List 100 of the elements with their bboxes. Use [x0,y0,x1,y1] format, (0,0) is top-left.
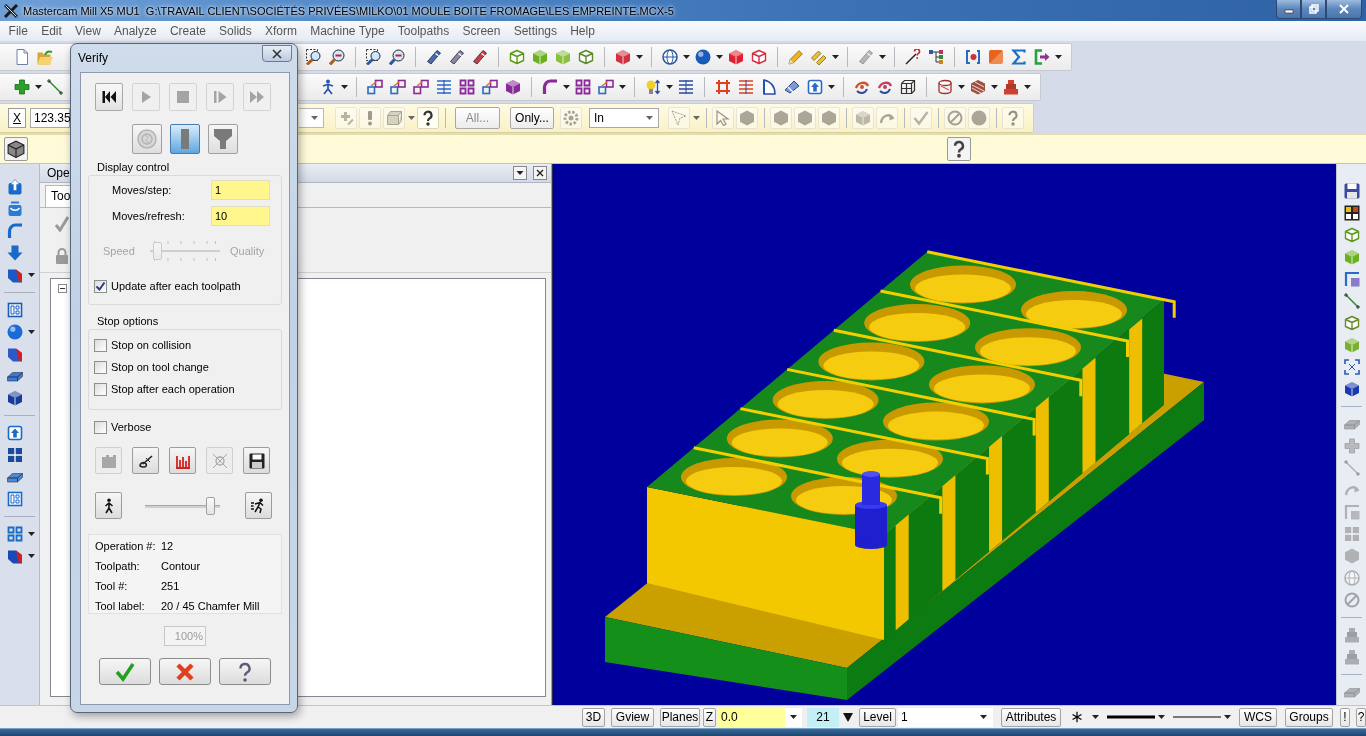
dropdown-arrow-icon[interactable] [27,330,35,334]
lines-icon[interactable] [677,79,694,95]
inset-box-icon[interactable] [6,302,23,318]
color-tile-icon[interactable] [1343,205,1360,221]
globe-icon[interactable] [661,49,678,65]
dropdown-arrow-icon[interactable] [1224,715,1231,719]
save-icon[interactable] [1343,183,1360,199]
funnel-button[interactable] [208,124,238,154]
checkbox[interactable] [94,279,107,293]
squares-icon[interactable] [389,79,406,95]
thin-line-icon[interactable] [1173,715,1221,719]
wireframe-cube-icon[interactable] [577,49,594,65]
sphere-icon[interactable] [6,324,23,340]
corner-arc-icon[interactable] [541,79,558,95]
menu-item[interactable]: Help [563,24,602,38]
brackets-icon[interactable] [964,49,981,65]
grid-icon[interactable] [574,79,591,95]
cancel-button[interactable] [159,658,211,685]
down-arrow-icon[interactable] [6,245,23,261]
dropdown-arrow-icon[interactable] [1023,85,1031,89]
corners-icon[interactable] [1343,359,1360,375]
dropdown-arrow-icon[interactable] [957,85,965,89]
view-button[interactable]: 3D [582,707,605,727]
dropdown-arrow-icon[interactable] [665,85,673,89]
checkbox[interactable] [94,360,107,374]
dropdown-arrow-icon[interactable] [27,273,35,277]
pencil-icon[interactable] [787,49,804,65]
help-icon[interactable] [417,107,439,129]
close-button[interactable] [1326,0,1362,19]
close-icon[interactable] [533,166,547,180]
save-button[interactable] [243,447,270,474]
dropdown-arrow-icon[interactable] [990,85,998,89]
inset-box-icon[interactable] [6,491,23,507]
status-button[interactable]: ? [1356,707,1366,727]
eraser-icon[interactable] [783,79,800,95]
restore-button[interactable] [1301,0,1326,19]
ok-button[interactable] [99,658,151,685]
menu-item[interactable]: Settings [507,24,564,38]
squares-icon[interactable] [481,79,498,95]
thick-line-icon[interactable] [1107,715,1155,719]
dropdown-arrow-icon[interactable] [635,55,643,59]
minimize-button[interactable] [1276,0,1301,19]
view-button[interactable]: Gview [611,707,654,727]
slider-thumb[interactable] [205,496,215,515]
dropdown-arrow-icon[interactable] [34,85,42,89]
bulb-icon[interactable] [644,79,661,95]
mode-select[interactable]: In [589,108,659,128]
wireframe-cube-icon[interactable] [508,49,525,65]
solid-cube-icon[interactable] [504,79,521,95]
rewind-button[interactable] [95,83,123,111]
arrow-box-icon[interactable] [806,79,823,95]
menu-item[interactable]: Machine Type [303,24,392,38]
marker-icon[interactable] [425,49,442,65]
dropdown-arrow-icon[interactable] [27,532,35,536]
attributes-button[interactable]: Attributes [1001,707,1061,727]
menu-item[interactable]: Screen [455,24,508,38]
menu-item[interactable]: File [2,24,35,38]
checkbox[interactable] [94,382,107,396]
lines-icon[interactable] [435,79,452,95]
corner-arc-icon[interactable] [6,223,23,239]
marker-icon[interactable] [448,49,465,65]
zoom-out-icon[interactable] [328,49,345,65]
menu-item[interactable]: Xform [258,24,304,38]
squares-icon[interactable] [597,79,614,95]
open-folder-icon[interactable] [36,49,53,65]
hash-grid-icon[interactable] [714,79,731,95]
coordinate-field[interactable]: 123.35 [30,108,70,128]
dropdown-arrow-icon[interactable] [340,85,348,89]
slider-track[interactable] [145,495,220,516]
dropdown-arrow-icon[interactable] [562,85,570,89]
block-icon[interactable] [6,267,23,283]
line-icon[interactable] [46,79,63,95]
block-icon[interactable] [6,548,23,564]
bar-button[interactable] [170,124,200,154]
solid-cube-icon[interactable] [727,49,744,65]
view-button[interactable]: Planes [660,707,700,727]
wcs-button[interactable]: WCS [1239,707,1277,727]
hatched-block-icon[interactable] [969,79,986,95]
solid-cube-icon[interactable] [1343,381,1360,397]
cube-icon[interactable] [4,137,28,161]
lock-icon[interactable] [55,248,69,264]
solid-cube-icon[interactable] [6,390,23,406]
checkmark-icon[interactable] [55,216,69,232]
cylinder-icon[interactable] [936,79,953,95]
menu-item[interactable]: Toolpaths [391,24,456,38]
pencils-icon[interactable] [810,49,827,65]
groups-button[interactable]: Groups [1285,707,1333,727]
dropdown-arrow-icon[interactable] [1158,715,1165,719]
block-icon[interactable] [6,346,23,362]
wire-box-icon[interactable] [899,79,916,95]
dropdown-arrow-icon[interactable] [878,55,886,59]
line-question-icon[interactable] [904,49,921,65]
new-file-icon[interactable] [13,49,30,65]
dropdown-arrow-icon[interactable] [27,554,35,558]
walk-button[interactable] [95,492,122,519]
run-button[interactable] [245,492,272,519]
asterisk-icon[interactable] [1071,711,1083,723]
dropdown-arrow-icon[interactable] [682,55,690,59]
exit-arrow-icon[interactable] [1033,49,1050,65]
help-button[interactable] [219,658,271,685]
